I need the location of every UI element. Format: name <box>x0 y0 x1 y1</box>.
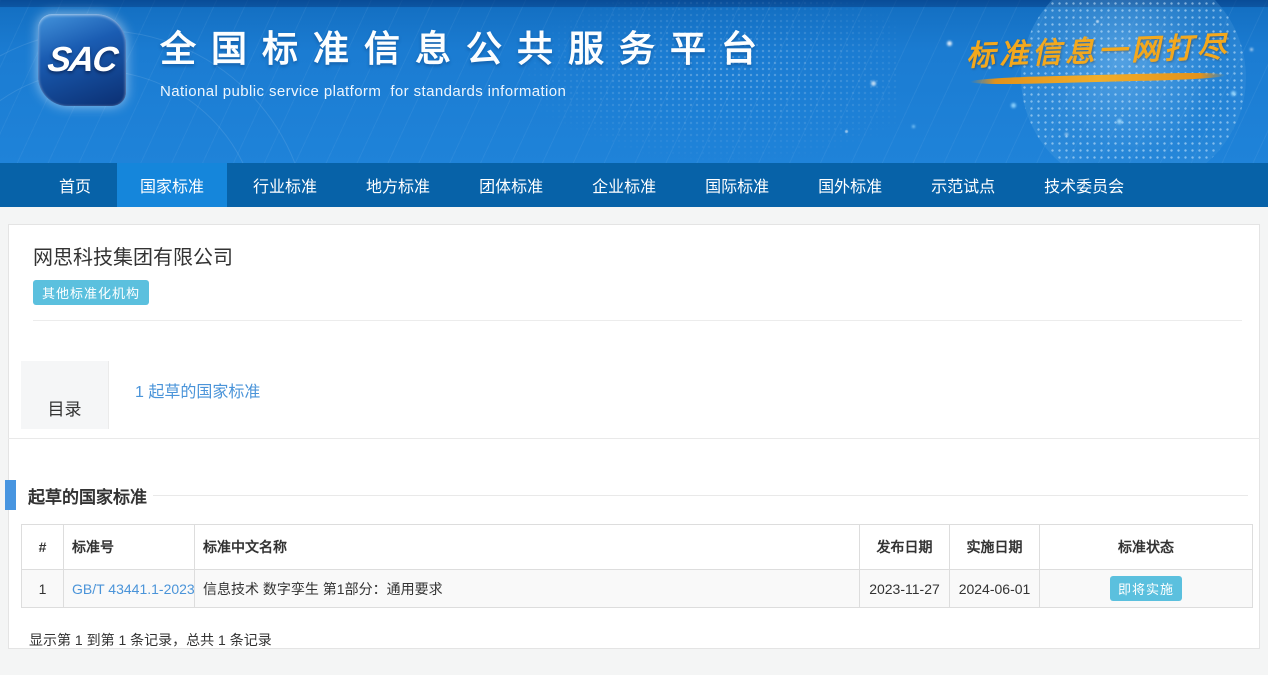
pagination-summary: 显示第 1 到第 1 条记录，总共 1 条记录 <box>29 630 1251 650</box>
nav-item-international-standards[interactable]: 国际标准 <box>682 163 792 207</box>
section-accent-bar <box>5 480 16 510</box>
toc-section: 目录 1 起草的国家标准 <box>21 361 1251 429</box>
divider <box>33 320 1242 321</box>
org-name: 网思科技集团有限公司 <box>33 241 1251 270</box>
cell-publish-date: 2023-11-27 <box>860 570 950 608</box>
site-title-block: 全国标准信息公共服务平台 National public service pla… <box>160 20 772 100</box>
status-badge: 即将实施 <box>1110 576 1182 601</box>
section-header: 起草的国家标准 <box>5 480 1251 510</box>
col-header-chinese-name: 标准中文名称 <box>195 525 860 570</box>
section-rule-line <box>153 495 1248 496</box>
nav-item-technical-committees[interactable]: 技术委员会 <box>1021 163 1147 207</box>
cell-status: 即将实施 <box>1040 570 1253 608</box>
sac-logo-text: SAC <box>45 40 119 80</box>
toc-underline <box>8 438 1260 439</box>
section-title: 起草的国家标准 <box>28 483 147 508</box>
sac-logo[interactable]: SAC <box>38 14 126 106</box>
site-subtitle: National public service platform for sta… <box>160 83 772 100</box>
slogan-text: 标准信息一网打尽 <box>965 23 1230 74</box>
table-header-row: # 标准号 标准中文名称 发布日期 实施日期 标准状态 <box>22 525 1253 570</box>
col-header-implement-date: 实施日期 <box>950 525 1040 570</box>
org-detail-card: 网思科技集团有限公司 其他标准化机构 目录 1 起草的国家标准 起草的国家标准 … <box>8 224 1260 649</box>
particle-dots <box>0 0 3 3</box>
cell-index: 1 <box>22 570 64 608</box>
toc-content: 1 起草的国家标准 <box>108 361 1251 429</box>
toc-link-drafted-standards[interactable]: 1 起草的国家标准 <box>135 384 260 401</box>
col-header-status: 标准状态 <box>1040 525 1253 570</box>
main-content: 网思科技集团有限公司 其他标准化机构 目录 1 起草的国家标准 起草的国家标准 … <box>0 207 1268 649</box>
site-title: 全国标准信息公共服务平台 <box>160 20 772 72</box>
col-header-index: # <box>22 525 64 570</box>
nav-item-local-standards[interactable]: 地方标准 <box>343 163 453 207</box>
nav-item-national-standards[interactable]: 国家标准 <box>117 163 227 207</box>
site-banner: SAC 全国标准信息公共服务平台 National public service… <box>0 0 1268 163</box>
nav-item-group-standards[interactable]: 团体标准 <box>456 163 566 207</box>
nav-item-industry-standards[interactable]: 行业标准 <box>230 163 340 207</box>
nav-item-home[interactable]: 首页 <box>36 163 114 207</box>
cell-standard-no: GB/T 43441.1-2023 <box>64 570 195 608</box>
nav-item-foreign-standards[interactable]: 国外标准 <box>795 163 905 207</box>
col-header-standard-no: 标准号 <box>64 525 195 570</box>
cell-chinese-name: 信息技术 数字孪生 第1部分：通用要求 <box>195 570 860 608</box>
org-type-badge: 其他标准化机构 <box>33 280 149 305</box>
toc-label: 目录 <box>21 361 108 429</box>
standards-table: # 标准号 标准中文名称 发布日期 实施日期 标准状态 1 GB/T 43441… <box>21 524 1253 608</box>
nav-item-enterprise-standards[interactable]: 企业标准 <box>569 163 679 207</box>
slogan-block: 标准信息一网打尽 <box>966 28 1230 82</box>
col-header-publish-date: 发布日期 <box>860 525 950 570</box>
main-nav: 首页 国家标准 行业标准 地方标准 团体标准 企业标准 国际标准 国外标准 示范… <box>0 163 1268 207</box>
standard-link[interactable]: GB/T 43441.1-2023 <box>72 581 195 597</box>
table-row: 1 GB/T 43441.1-2023 信息技术 数字孪生 第1部分：通用要求 … <box>22 570 1253 608</box>
nav-item-pilot-programs[interactable]: 示范试点 <box>908 163 1018 207</box>
cell-implement-date: 2024-06-01 <box>950 570 1040 608</box>
